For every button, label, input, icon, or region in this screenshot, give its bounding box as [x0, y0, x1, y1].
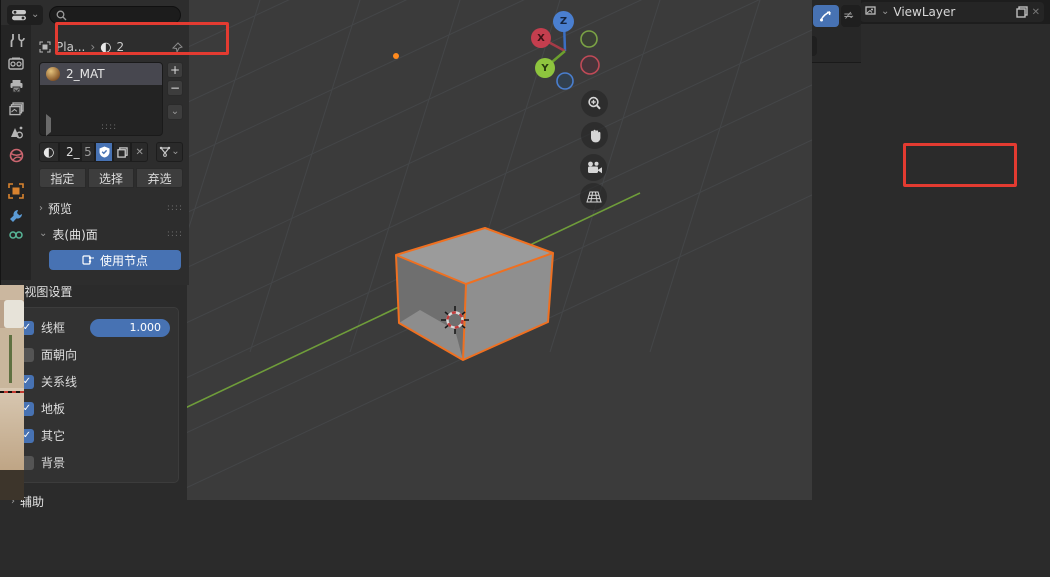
tab-object-icon[interactable] — [8, 183, 24, 199]
use-nodes-button[interactable]: 使用节点 — [49, 250, 181, 270]
properties-editor: ⌄ Pla... › ◐ — [0, 0, 189, 285]
object-icon — [39, 41, 51, 53]
properties-search-input[interactable] — [49, 6, 181, 24]
toggle-label: 关系线 — [41, 373, 77, 390]
object-origin-dot — [393, 53, 399, 59]
users-count-badge[interactable]: 5 — [81, 142, 96, 162]
tab-world-icon[interactable] — [9, 148, 24, 163]
toggle-label: 线框 — [41, 319, 65, 336]
preview-title: 预览 — [48, 200, 72, 217]
drag-grip-icon[interactable]: :::: — [101, 122, 117, 132]
collapsed-arrow-icon: › — [39, 203, 43, 214]
tab-output-icon[interactable] — [9, 79, 24, 93]
edit-cube — [396, 228, 553, 360]
properties-icon — [11, 9, 27, 21]
blender-window: 文件 编辑 渲染 窗口 帮助 Layout Modeling Sculpting… — [0, 0, 1050, 577]
view-settings-title: 视图设置 — [24, 283, 72, 300]
material-properties: Pla... › ◐ 2_ 2_MAT :::: + — [31, 30, 189, 285]
toggle-label: 背景 — [41, 454, 65, 471]
surface-section-header[interactable]: ⌄ 表(曲)面 :::: — [39, 224, 183, 244]
zoom-view-button[interactable] — [581, 90, 608, 117]
copy-icon — [117, 147, 128, 158]
tab-render-icon[interactable] — [8, 57, 24, 70]
toggle-label: 地板 — [41, 400, 65, 417]
wireframe-value-slider[interactable]: 1.000 — [90, 319, 170, 337]
material-slot-list[interactable]: 2_MAT :::: — [39, 62, 163, 136]
magnifier-plus-icon — [587, 96, 602, 111]
collapse-arrow-icon: ⌄ — [39, 229, 47, 239]
overlay-arrow-icon — [819, 10, 833, 22]
material-slot-row[interactable]: 2_MAT — [40, 63, 162, 85]
annotation-glyph: ≠ — [843, 8, 853, 22]
gizmo-z-ball[interactable]: Z — [553, 11, 574, 32]
material-preview-sphere — [46, 67, 60, 81]
breadcrumb-separator: › — [90, 40, 95, 54]
drag-grip-icon[interactable]: :::: — [167, 203, 183, 213]
tab-scene-icon[interactable] — [9, 125, 24, 139]
pan-view-button[interactable] — [581, 122, 608, 149]
camera-icon — [586, 161, 602, 174]
select-button[interactable]: 选择 — [88, 168, 135, 188]
node-link-dropdown[interactable]: ⌄ — [156, 142, 183, 162]
surface-title: 表(曲)面 — [52, 226, 97, 243]
preview-section-header[interactable]: › 预览 :::: — [39, 198, 183, 218]
toggle-floor[interactable]: ✓ 地板 — [20, 395, 170, 422]
viewlayer-name[interactable]: ViewLayer — [893, 5, 955, 19]
properties-tabs — [1, 25, 31, 280]
use-nodes-label: 使用节点 — [100, 252, 148, 269]
toggle-face-orientation[interactable]: 面朝向 — [20, 341, 170, 368]
shield-icon — [99, 146, 110, 158]
tab-tool-icon[interactable] — [9, 33, 24, 48]
show-overlays-button[interactable] — [813, 5, 839, 27]
camera-view-button[interactable] — [580, 154, 607, 181]
aux-section-header[interactable]: › 辅助 — [11, 491, 179, 511]
copy-material-button[interactable] — [113, 142, 131, 162]
add-slot-button[interactable]: + — [167, 62, 183, 78]
viewlayer-selector[interactable]: ⌄ ViewLayer ✕ — [860, 2, 1044, 22]
deselect-button[interactable]: 弃选 — [136, 168, 183, 188]
close-icon: ✕ — [1032, 7, 1040, 18]
nodetree-icon — [159, 147, 171, 158]
fake-user-shield-button[interactable] — [95, 142, 113, 162]
gizmo-y-ball[interactable]: Y — [535, 58, 555, 78]
annotation-box-outliner-plane — [903, 143, 1017, 187]
slot-name: 2_MAT — [66, 67, 105, 81]
expand-arrow-icon[interactable] — [46, 118, 51, 132]
render-border-bottom — [0, 391, 24, 393]
chevron-down-icon: ⌄ — [31, 10, 39, 20]
ortho-toggle-button[interactable] — [580, 183, 607, 210]
properties-editor-type-button[interactable]: ⌄ — [7, 5, 43, 25]
tab-modifier-icon[interactable] — [8, 208, 24, 224]
hand-icon — [588, 128, 602, 143]
material-name-field[interactable]: 2_ — [59, 142, 81, 162]
viewlayer-icon — [864, 6, 877, 18]
search-icon — [56, 10, 67, 21]
new-copy-icon[interactable] — [1016, 6, 1028, 18]
tab-data-icon[interactable] — [8, 229, 24, 237]
unlink-button[interactable]: ✕ — [131, 142, 147, 162]
breadcrumb-object[interactable]: Pla... — [56, 40, 85, 54]
material-ball-icon: ◐ — [100, 40, 111, 55]
browse-material-button[interactable]: ◐ — [39, 142, 59, 162]
toggle-wireframe[interactable]: ✓ 线框 1.000 — [20, 314, 170, 341]
remove-slot-button[interactable]: − — [167, 80, 183, 96]
breadcrumb-material[interactable]: 2_ — [117, 40, 131, 54]
assign-button[interactable]: 指定 — [39, 168, 86, 188]
toggle-others[interactable]: ✓ 其它 — [20, 422, 170, 449]
grid-icon — [586, 190, 602, 204]
gizmo-x-ball[interactable]: X — [531, 28, 551, 48]
pin-icon[interactable] — [172, 42, 183, 53]
toggle-label: 其它 — [41, 427, 65, 444]
toggle-label: 面朝向 — [41, 346, 77, 363]
drag-grip-icon[interactable]: :::: — [167, 229, 183, 239]
nodes-icon — [82, 255, 94, 265]
tab-viewlayer-icon[interactable] — [9, 102, 24, 116]
chevron-down-icon: ⌄ — [881, 7, 889, 17]
slot-specials-button[interactable]: ⌄ — [167, 104, 183, 120]
toggle-background[interactable]: 背景 — [20, 449, 170, 476]
toggle-relationship-lines[interactable]: ✓ 关系线 — [20, 368, 170, 395]
screenshot: 文件 编辑 渲染 窗口 帮助 Layout Modeling Sculpting… — [0, 0, 1050, 585]
